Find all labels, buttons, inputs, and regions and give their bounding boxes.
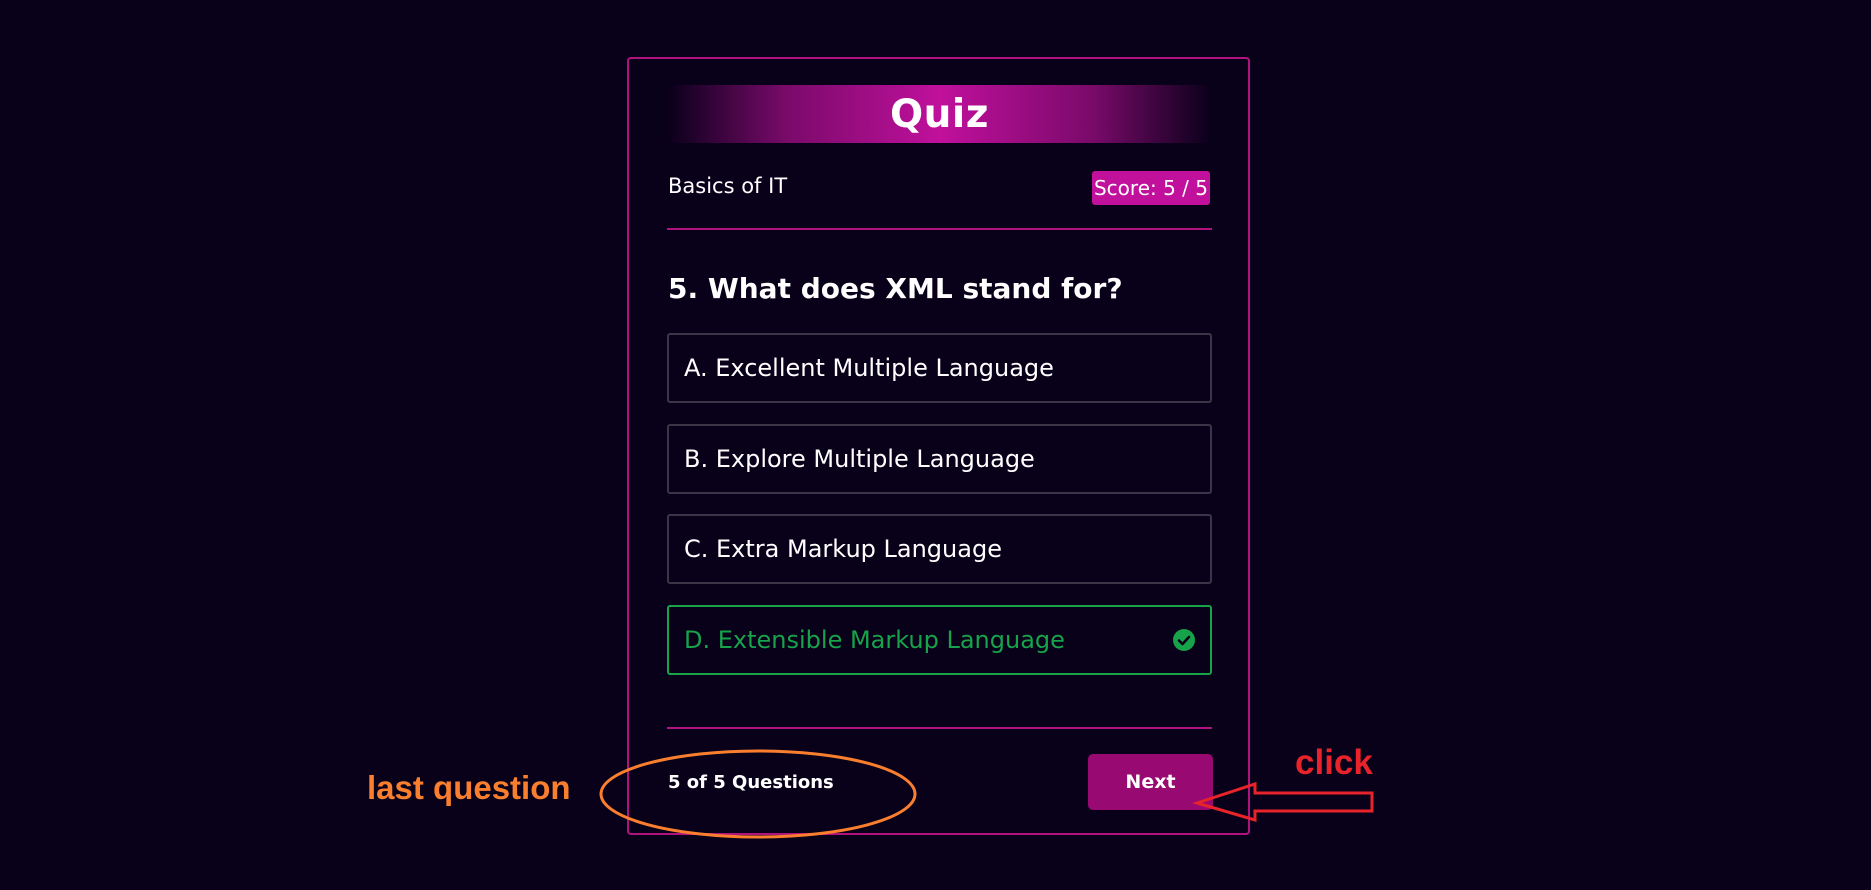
footer-divider: [667, 727, 1212, 729]
question-progress: 5 of 5 Questions: [668, 772, 834, 793]
quiz-card: Quiz Basics of IT Score: 5 / 5 5. What d…: [627, 57, 1250, 835]
annotation-last-question: last question: [367, 769, 571, 806]
option-b[interactable]: B. Explore Multiple Language: [667, 424, 1212, 494]
option-label: D. Extensible Markup Language: [684, 626, 1065, 654]
annotation-click: click: [1295, 743, 1373, 782]
header-divider: [667, 228, 1212, 230]
quiz-title: Quiz: [890, 91, 989, 137]
option-label: A. Excellent Multiple Language: [684, 354, 1054, 382]
score-badge: Score: 5 / 5: [1091, 171, 1210, 205]
check-circle-icon: [1173, 629, 1195, 651]
quiz-topic: Basics of IT: [668, 174, 788, 198]
option-label: C. Extra Markup Language: [684, 535, 1002, 563]
option-a[interactable]: A. Excellent Multiple Language: [667, 333, 1212, 403]
option-label: B. Explore Multiple Language: [684, 445, 1035, 473]
quiz-header: Quiz: [667, 85, 1212, 143]
next-button[interactable]: Next: [1088, 754, 1213, 810]
question-text: 5. What does XML stand for?: [668, 272, 1123, 305]
option-d[interactable]: D. Extensible Markup Language: [667, 605, 1212, 675]
option-c[interactable]: C. Extra Markup Language: [667, 514, 1212, 584]
